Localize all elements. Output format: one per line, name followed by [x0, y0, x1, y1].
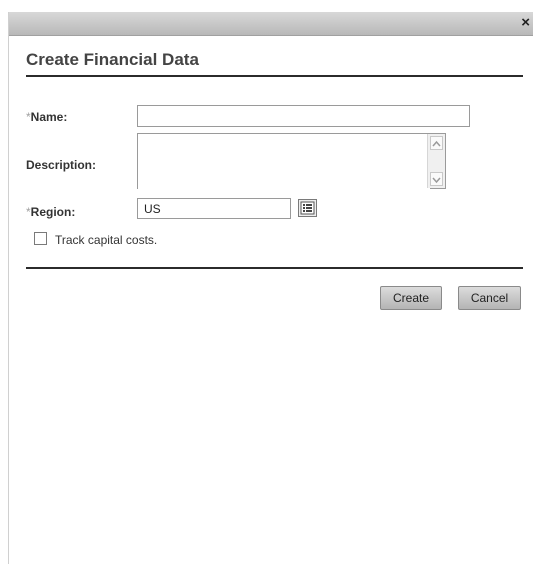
list-picker-icon[interactable] — [298, 199, 317, 217]
track-capital-costs-label[interactable]: Track capital costs. — [55, 233, 157, 247]
track-capital-costs-checkbox[interactable] — [34, 232, 47, 245]
description-textarea[interactable] — [138, 134, 430, 192]
form-divider — [26, 267, 523, 269]
description-scrollbar[interactable] — [427, 134, 445, 188]
title-divider — [26, 75, 523, 77]
name-label: *Name: — [26, 110, 67, 124]
region-label-text: Region: — [30, 205, 76, 219]
region-input[interactable] — [137, 198, 291, 219]
create-button[interactable]: Create — [380, 286, 442, 310]
dialog-titlebar: × — [9, 12, 533, 36]
description-field[interactable] — [137, 133, 446, 192]
name-label-text: Name: — [30, 110, 68, 124]
dialog-title: Create Financial Data — [26, 50, 199, 69]
name-input[interactable] — [137, 105, 470, 127]
close-icon[interactable]: × — [521, 15, 530, 31]
cancel-button[interactable]: Cancel — [458, 286, 521, 310]
region-label: *Region: — [26, 205, 75, 219]
scroll-up-icon[interactable] — [430, 136, 443, 150]
description-label: Description: — [26, 158, 97, 172]
create-financial-data-dialog: × Create Financial Data *Name: Descripti… — [8, 12, 533, 564]
scroll-down-icon[interactable] — [430, 172, 443, 186]
